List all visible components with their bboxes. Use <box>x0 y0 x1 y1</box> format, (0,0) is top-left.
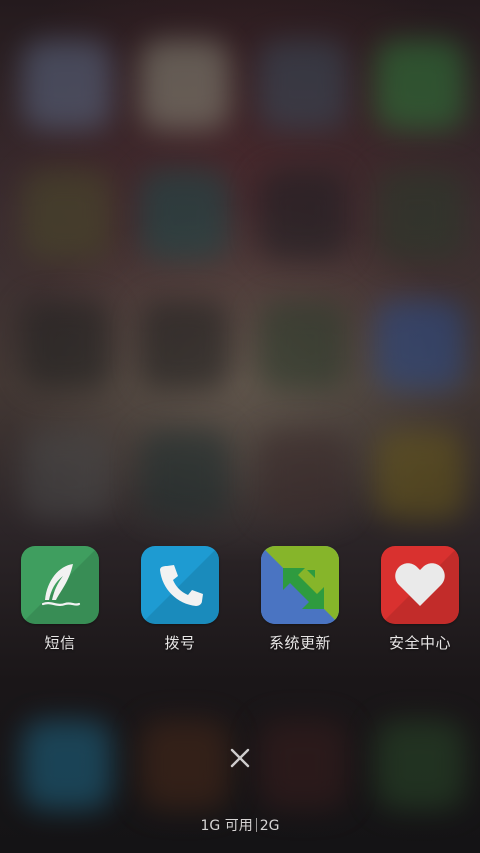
feather-icon <box>21 546 99 624</box>
memory-available: 1G 可用 <box>200 818 253 834</box>
blurred-app-icon <box>22 430 112 520</box>
blurred-app-icon <box>375 720 465 810</box>
blurred-app-icon <box>140 430 230 520</box>
blurred-app-icon <box>375 300 465 390</box>
blurred-app-icon <box>375 170 465 260</box>
blurred-app-icon <box>258 40 348 130</box>
recent-apps-dock: 短信 拨号 系统更新 安全中心 <box>0 546 480 656</box>
blurred-home-background <box>0 0 480 853</box>
blurred-app-icon <box>140 40 230 130</box>
blurred-app-icon <box>22 720 112 810</box>
blurred-app-icon <box>375 40 465 130</box>
memory-status: 1G 可用 2G <box>0 815 480 835</box>
close-button[interactable] <box>221 739 259 777</box>
blurred-app-icon <box>140 300 230 390</box>
blurred-app-icon <box>258 170 348 260</box>
app-dialer-label: 拨号 <box>164 634 196 652</box>
app-system-update-label: 系统更新 <box>268 634 331 652</box>
heart-icon <box>381 546 459 624</box>
app-messages-label: 短信 <box>44 634 76 652</box>
app-security-center[interactable]: 安全中心 <box>360 546 480 653</box>
blurred-app-icon <box>140 720 230 810</box>
blurred-app-icon <box>22 40 112 130</box>
phone-icon <box>141 546 219 624</box>
update-arrows-icon <box>261 546 339 624</box>
app-messages[interactable]: 短信 <box>0 546 120 653</box>
app-system-update[interactable]: 系统更新 <box>240 546 360 653</box>
blurred-app-icon <box>22 170 112 260</box>
blurred-app-icon <box>258 720 348 810</box>
app-dialer[interactable]: 拨号 <box>120 546 240 653</box>
app-security-center-label: 安全中心 <box>388 634 451 652</box>
blurred-app-icon <box>258 430 348 520</box>
memory-divider <box>255 818 257 832</box>
memory-total: 2G <box>259 818 280 834</box>
blurred-app-icon <box>375 430 465 520</box>
blurred-app-icon <box>258 300 348 390</box>
close-icon <box>230 748 250 768</box>
blurred-app-icon <box>140 170 230 260</box>
blurred-app-icon <box>22 300 112 390</box>
